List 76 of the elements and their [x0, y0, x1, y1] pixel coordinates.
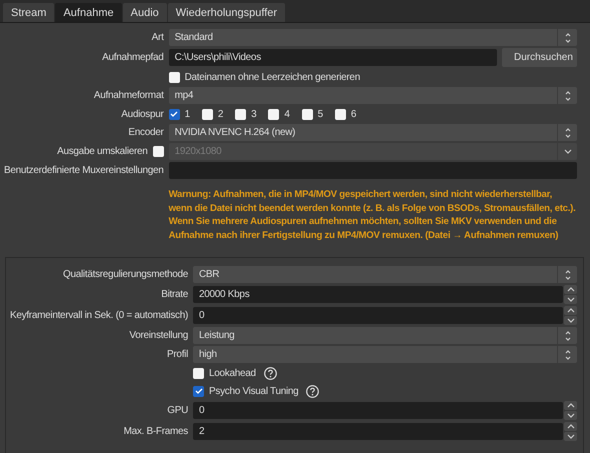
help-icon[interactable] [306, 384, 320, 398]
field-label: GPU [167, 405, 188, 416]
checkbox[interactable] [193, 368, 204, 378]
checkbox-label[interactable]: Lookahead [209, 368, 256, 378]
checkbox-label[interactable]: Psycho Visual Tuning [209, 386, 298, 396]
chevron-up-icon [566, 422, 576, 431]
dropdown[interactable]: Standard [168, 29, 577, 46]
checkbox[interactable] [268, 108, 280, 120]
spin-down-button[interactable] [564, 316, 577, 325]
tab[interactable]: Wiederholungspuffer [168, 3, 286, 22]
checkbox[interactable] [193, 386, 204, 396]
browse-button[interactable]: Durchsuchen [502, 48, 577, 67]
field-label: Aufnahmepfad [102, 52, 164, 63]
spin-down-button[interactable] [564, 295, 577, 304]
updown-chevron-icon [562, 348, 572, 360]
dropdown[interactable]: CBR [193, 266, 577, 283]
dropdown[interactable]: NVIDIA NVENC H.264 (new) [168, 124, 577, 141]
input-field[interactable] [168, 162, 577, 179]
field-label: Aufnahmeformat [94, 90, 164, 101]
dropdown[interactable]: Leistung [193, 327, 577, 344]
field-label: Max. B-Frames [124, 426, 188, 437]
checkbox-label[interactable]: Dateinamen ohne Leerzeichen generieren [184, 72, 360, 82]
checkbox[interactable] [152, 146, 164, 157]
number-field[interactable]: 0 [193, 307, 563, 324]
field-label: Encoder [128, 127, 164, 138]
spin-up-button[interactable] [564, 422, 577, 431]
field-label: Bitrate [161, 289, 188, 300]
updown-chevron-icon [562, 32, 572, 44]
chevron-down-icon [566, 295, 576, 304]
number-field[interactable]: 2 [193, 423, 563, 440]
chevron-up-icon [566, 285, 576, 294]
updown-chevron-icon [562, 330, 572, 342]
dropdown[interactable]: high [193, 346, 577, 363]
checkbox-label[interactable]: 4 [284, 108, 290, 120]
field-label: Voreinstellung [129, 330, 188, 341]
chevron-down-icon [562, 147, 572, 156]
checkbox[interactable] [202, 108, 213, 120]
checkbox[interactable] [168, 72, 180, 82]
field-label: Benutzerdefinierte Muxereinstellungen [4, 165, 164, 176]
help-icon[interactable] [264, 366, 277, 380]
number-field[interactable]: 20000 Kbps [193, 286, 563, 303]
chevron-down-icon [566, 432, 576, 441]
checkbox-label[interactable]: 1 [184, 108, 190, 120]
spin-up-button[interactable] [564, 401, 577, 410]
spin-up-button[interactable] [564, 285, 577, 294]
number-field[interactable]: 0 [193, 402, 563, 419]
spin-up-button[interactable] [564, 306, 577, 315]
field-label: Qualitätsregulierungsmethode [63, 269, 188, 280]
chevron-up-icon [566, 306, 576, 315]
tab[interactable]: Aufnahme [55, 3, 122, 22]
field-label: Ausgabe umskalieren [57, 146, 148, 157]
tab[interactable]: Stream [3, 3, 54, 22]
checkbox-label[interactable]: 6 [350, 108, 356, 120]
tab[interactable]: Audio [122, 3, 167, 22]
checkbox[interactable] [302, 108, 313, 120]
dropdown[interactable]: mp4 [168, 87, 577, 104]
chevron-down-icon [566, 316, 576, 325]
spin-down-button[interactable] [564, 411, 577, 420]
checkbox[interactable] [168, 108, 180, 120]
field-label: Profil [167, 349, 188, 360]
checkbox-label[interactable]: 3 [251, 108, 256, 120]
checkbox[interactable] [334, 108, 346, 120]
checkbox-label[interactable]: 5 [318, 108, 323, 120]
updown-chevron-icon [562, 268, 572, 280]
field-label: Keyframeintervall in Sek. (0 = automatisch) [10, 310, 188, 321]
updown-chevron-icon [562, 126, 572, 138]
updown-chevron-icon [562, 90, 572, 102]
chevron-down-icon [566, 411, 576, 420]
field-label: Art [152, 32, 164, 43]
spin-down-button[interactable] [564, 432, 577, 441]
path-field[interactable]: C:\Users\phili\Videos [168, 49, 497, 66]
checkbox-label[interactable]: 2 [218, 108, 224, 120]
checkbox[interactable] [235, 108, 246, 120]
warning-text: Warnung: Aufnahmen, die in MP4/MOV gespeichert werden, sind nicht wiederherstellbar, wenn die Datei nicht beendet werden konnte (z. B. als Folge von BSODs, Stromausfällen, etc.). Wenn Sie mehrere Audiospuren aufnehmen möchten, sollten Sie MKV verwenden und die Aufnahme nach ihrer Fertigstellung zu MP4/MOV remuxen. (Datei → Aufnahmen remuxen) [168, 188, 577, 242]
field-label: Audiospur [121, 108, 164, 120]
chevron-up-icon [566, 401, 576, 410]
